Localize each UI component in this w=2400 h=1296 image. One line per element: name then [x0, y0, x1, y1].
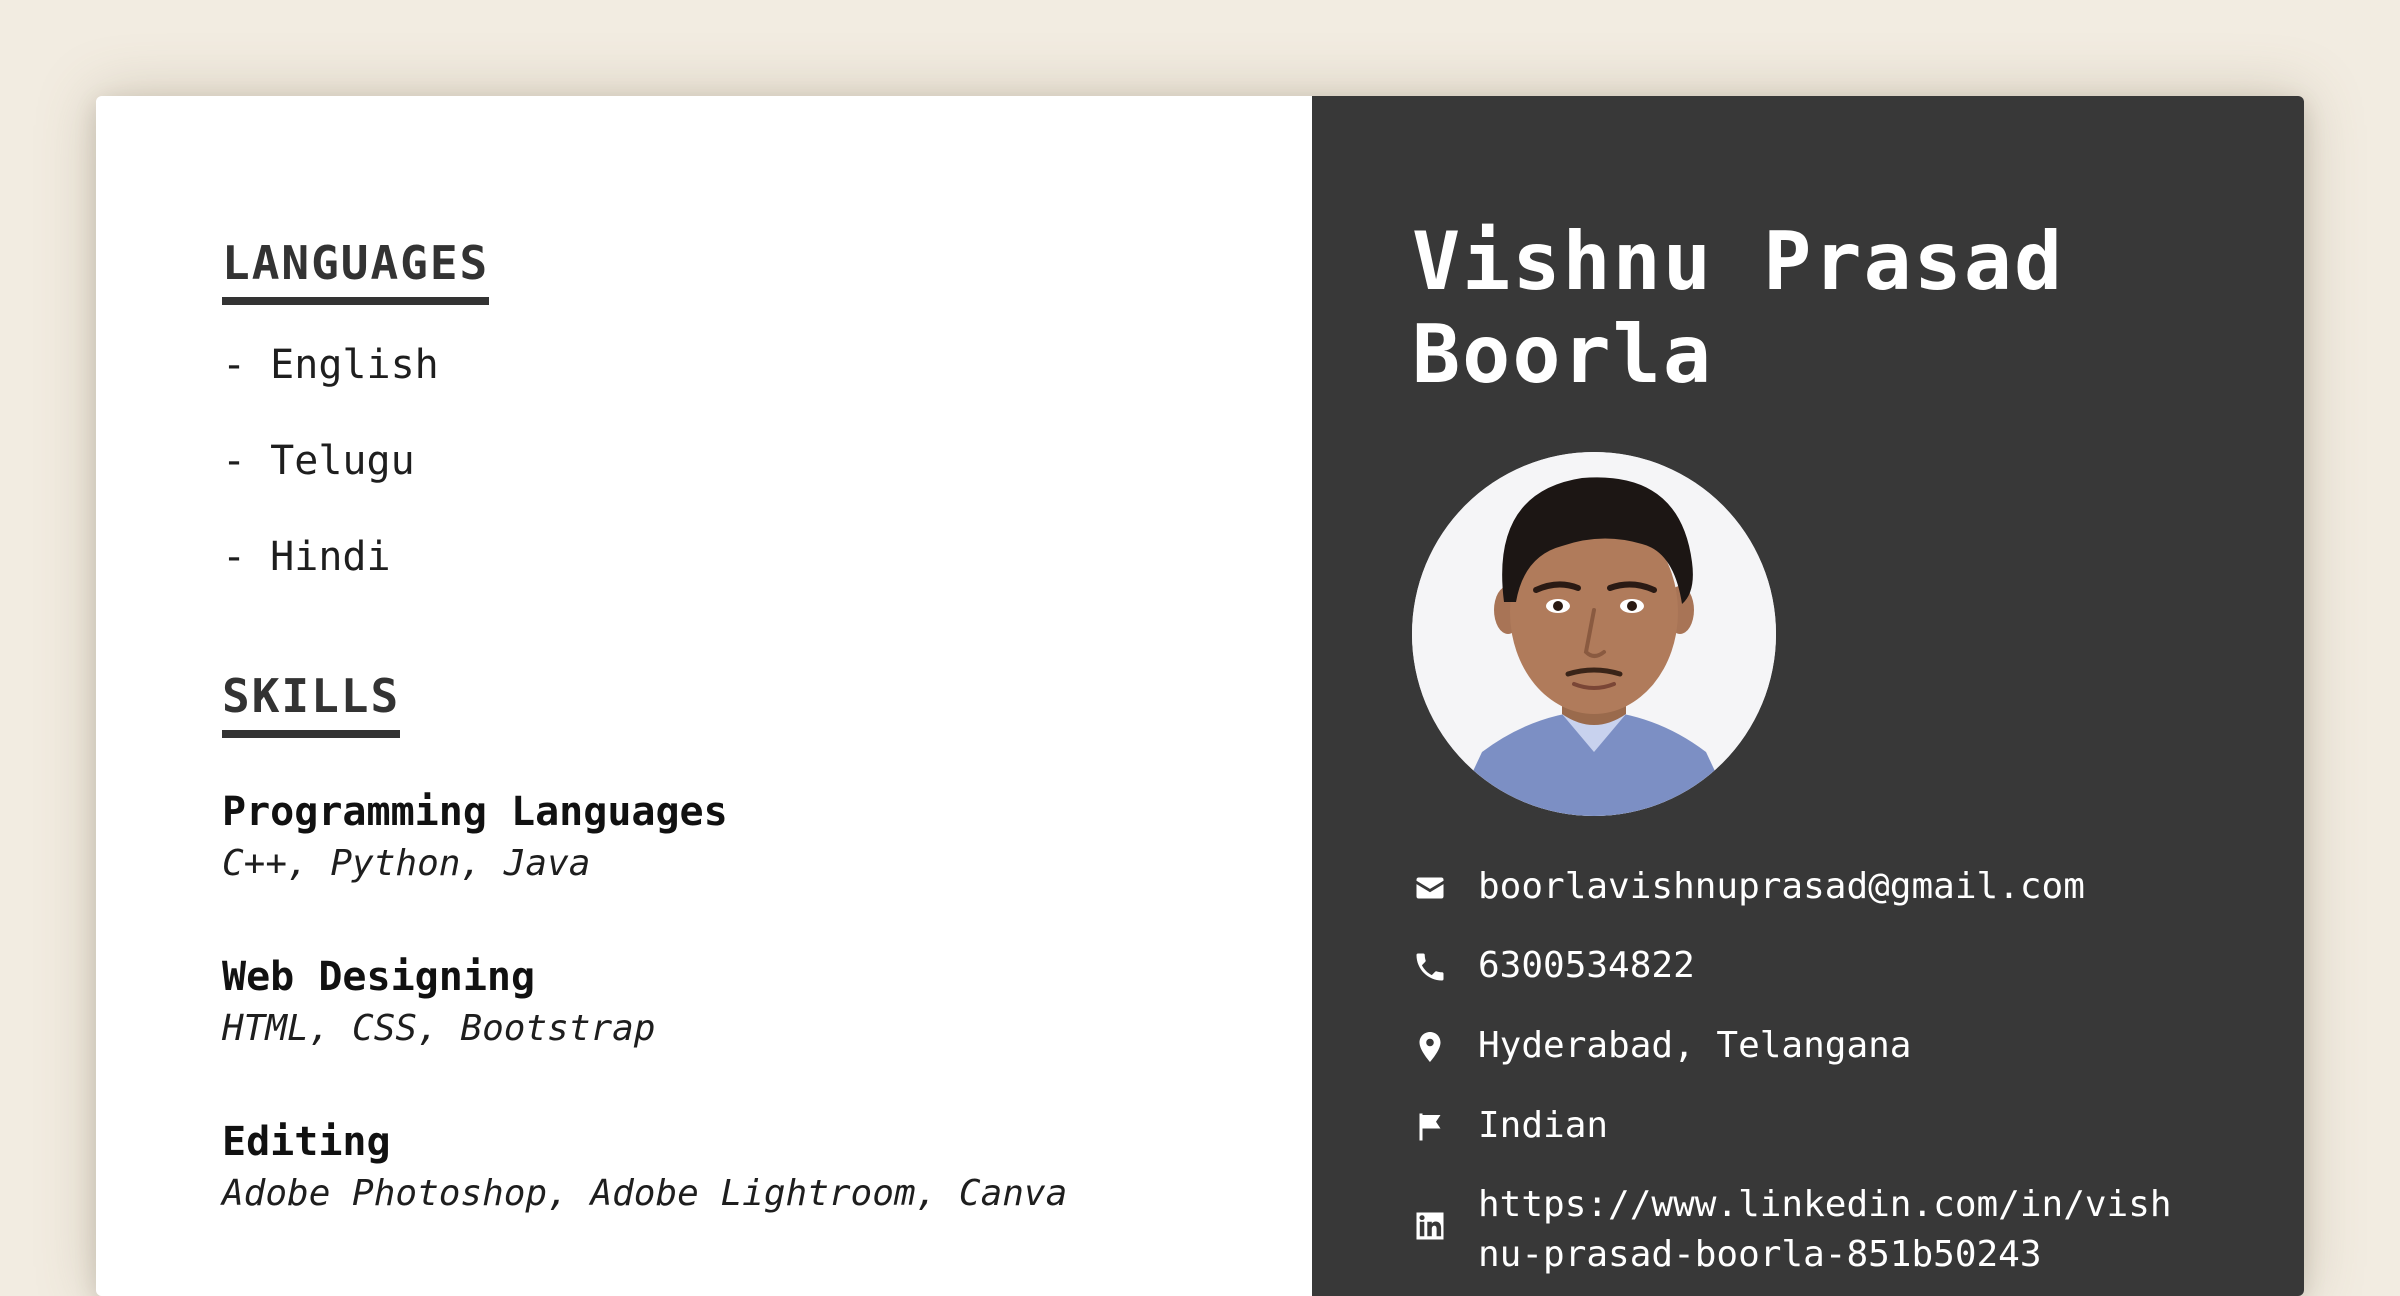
resume-main-column: LANGUAGES - English - Telugu - Hindi SKI…	[96, 96, 1312, 1296]
phone-icon	[1412, 949, 1448, 985]
languages-heading: LANGUAGES	[222, 236, 490, 306]
language-item: - English	[222, 342, 439, 389]
candidate-name: Vishnu Prasad Boorla	[1412, 215, 2065, 401]
language-item: - Telugu	[222, 438, 415, 485]
linkedin-link[interactable]: https://www.linkedin.com/in/vishnu-prasa…	[1478, 1180, 2178, 1279]
language-item: - Hindi	[222, 534, 391, 581]
profile-photo	[1412, 451, 1776, 816]
skill-group: Programming Languages C++, Python, Java	[222, 788, 1312, 889]
languages-list: - English - Telugu - Hindi	[222, 341, 1312, 605]
skill-detail: Adobe Photoshop, Adobe Lightroom, Canva	[222, 1172, 1068, 1214]
languages-section: LANGUAGES - English - Telugu - Hindi	[222, 236, 1312, 605]
resume-sidebar: Vishnu Prasad Boorla boorlavishnuprasad@…	[1312, 96, 2304, 1296]
skill-detail: C++, Python, Java	[222, 843, 591, 885]
phone-number[interactable]: 6300534822	[1478, 941, 2178, 991]
map-pin-icon	[1412, 1029, 1448, 1065]
skill-group: Editing Adobe Photoshop, Adobe Lightroom…	[222, 1118, 1312, 1219]
contact-phone: 6300534822	[1412, 941, 2304, 991]
resume-page: LANGUAGES - English - Telugu - Hindi SKI…	[96, 96, 2304, 1296]
skill-detail: HTML, CSS, Bootstrap	[222, 1007, 656, 1049]
contact-location: Hyderabad, Telangana	[1412, 1021, 2304, 1071]
linkedin-icon	[1412, 1208, 1448, 1244]
location-text: Hyderabad, Telangana	[1478, 1024, 1912, 1066]
nationality-text: Indian	[1478, 1104, 1609, 1146]
skills-heading: SKILLS	[222, 669, 401, 739]
skill-group: Web Designing HTML, CSS, Bootstrap	[222, 953, 1312, 1054]
contact-list: boorlavishnuprasad@gmail.com 6300534822 …	[1412, 862, 2304, 1280]
skill-title: Programming Languages	[222, 789, 728, 836]
contact-nationality: Indian	[1412, 1101, 2304, 1151]
skill-title: Web Designing	[222, 953, 536, 1000]
portrait-illustration	[1412, 451, 1776, 816]
skill-title: Editing	[222, 1118, 391, 1165]
flag-icon	[1412, 1109, 1448, 1145]
contact-linkedin: https://www.linkedin.com/in/vishnu-prasa…	[1412, 1180, 2304, 1279]
envelope-icon	[1412, 870, 1448, 906]
email-link[interactable]: boorlavishnuprasad@gmail.com	[1478, 862, 2178, 912]
contact-email: boorlavishnuprasad@gmail.com	[1412, 862, 2304, 912]
skills-section: SKILLS Programming Languages C++, Python…	[222, 669, 1312, 1218]
